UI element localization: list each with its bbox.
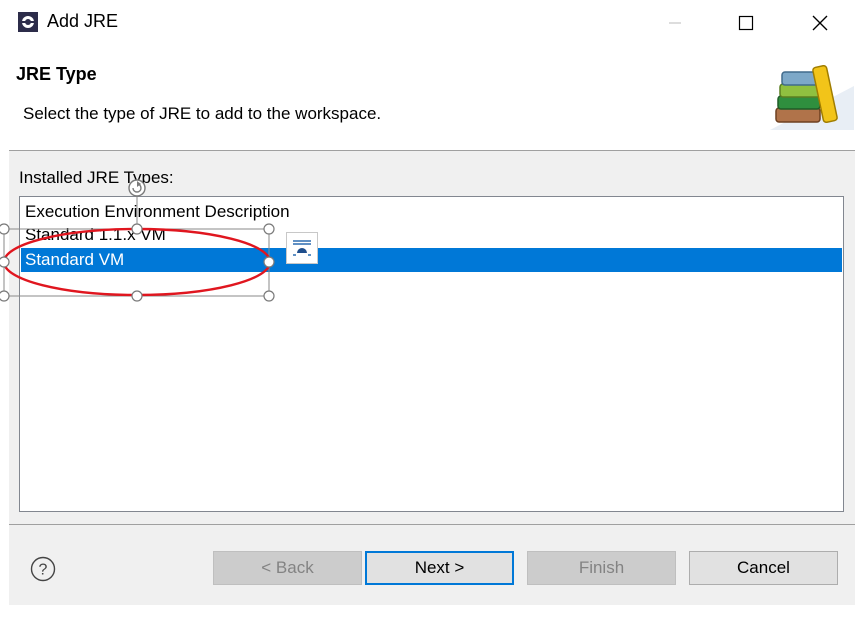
minimize-icon [669, 22, 681, 24]
next-button[interactable]: Next > [365, 551, 514, 585]
wizard-header: JRE Type Select the type of JRE to add t… [0, 46, 862, 150]
list-item-execution-environment[interactable]: Execution Environment Description [21, 200, 842, 224]
back-button[interactable]: < Back [213, 551, 362, 585]
close-icon [812, 15, 828, 31]
help-icon[interactable]: ? [30, 556, 56, 582]
jre-type-list[interactable]: Execution Environment Description Standa… [19, 196, 844, 512]
eclipse-app-icon [18, 12, 38, 32]
svg-text:?: ? [39, 562, 48, 579]
minimize-button[interactable] [652, 4, 698, 42]
list-item-standard-vm[interactable]: Standard VM [21, 248, 842, 272]
maximize-button[interactable] [723, 4, 769, 42]
list-label: Installed JRE Types: [19, 168, 174, 187]
title-bar: Add JRE [0, 0, 862, 46]
library-books-icon [770, 64, 854, 130]
layout-options-button[interactable] [286, 232, 318, 264]
list-item-standard-1-1-x-vm[interactable]: Standard 1.1.x VM [21, 223, 842, 247]
page-title: JRE Type [16, 64, 97, 84]
layout-options-icon [293, 240, 311, 256]
close-button[interactable] [797, 4, 843, 42]
maximize-icon [738, 15, 754, 31]
window-title: Add JRE [47, 11, 119, 31]
page-description: Select the type of JRE to add to the wor… [23, 104, 382, 123]
finish-button[interactable]: Finish [527, 551, 676, 585]
cancel-button[interactable]: Cancel [689, 551, 838, 585]
